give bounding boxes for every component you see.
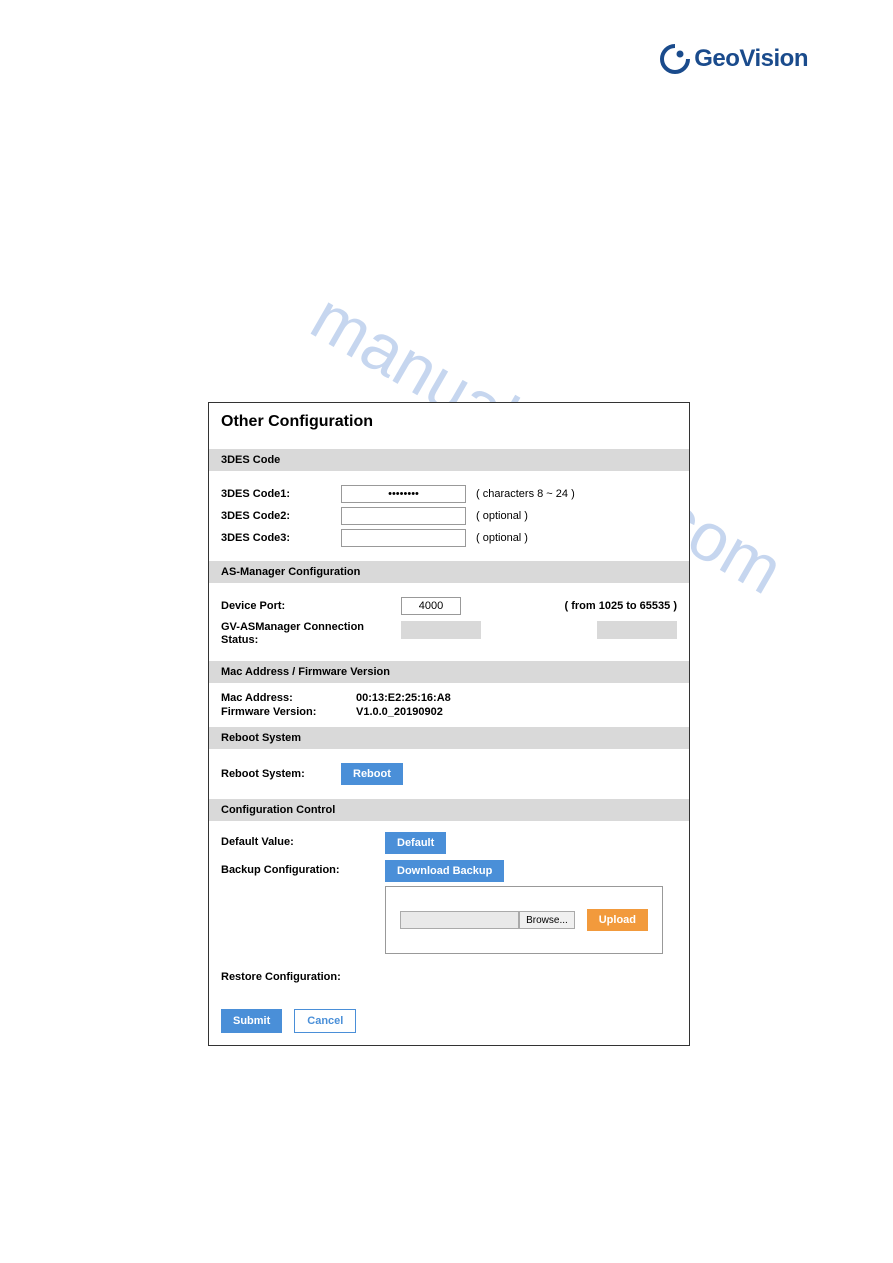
des-code1-label: 3DES Code1: — [221, 488, 341, 500]
section-reboot: Reboot System — [209, 727, 689, 749]
upload-box: Browse... Upload — [385, 886, 663, 954]
des-code1-hint: ( characters 8 ~ 24 ) — [476, 488, 575, 500]
brand-name: GeoVision — [694, 45, 808, 73]
des-code2-input[interactable] — [341, 507, 466, 525]
des-code3-label: 3DES Code3: — [221, 532, 341, 544]
des-code3-hint: ( optional ) — [476, 532, 528, 544]
conn-status-label: GV-ASManager Connection Status: — [221, 621, 401, 647]
default-button[interactable]: Default — [385, 832, 446, 854]
des-code1-input[interactable] — [341, 485, 466, 503]
des-code3-input[interactable] — [341, 529, 466, 547]
section-3des: 3DES Code — [209, 449, 689, 471]
conn-status-1 — [401, 621, 481, 639]
download-backup-button[interactable]: Download Backup — [385, 860, 504, 882]
default-value-label: Default Value: — [221, 832, 385, 848]
page-title: Other Configuration — [209, 403, 689, 449]
fw-label: Firmware Version: — [221, 706, 356, 718]
reboot-button[interactable]: Reboot — [341, 763, 403, 785]
file-path-input[interactable] — [400, 911, 519, 929]
config-panel: Other Configuration 3DES Code 3DES Code1… — [208, 402, 690, 1046]
submit-button[interactable]: Submit — [221, 1009, 282, 1033]
section-macfw: Mac Address / Firmware Version — [209, 661, 689, 683]
device-port-label: Device Port: — [221, 600, 401, 612]
reboot-label: Reboot System: — [221, 768, 341, 780]
des-code2-hint: ( optional ) — [476, 510, 528, 522]
backup-label: Backup Configuration: — [221, 860, 385, 876]
browse-button[interactable]: Browse... — [519, 911, 575, 929]
upload-button[interactable]: Upload — [587, 909, 648, 931]
fw-value: V1.0.0_20190902 — [356, 706, 443, 718]
device-port-input[interactable] — [401, 597, 461, 615]
cancel-button[interactable]: Cancel — [294, 1009, 356, 1033]
logo-icon — [660, 44, 690, 74]
brand-logo: GeoVision — [660, 44, 808, 74]
section-cfgctl: Configuration Control — [209, 799, 689, 821]
restore-label: Restore Configuration: — [221, 967, 385, 983]
mac-label: Mac Address: — [221, 692, 356, 704]
mac-value: 00:13:E2:25:16:A8 — [356, 692, 451, 704]
des-code2-label: 3DES Code2: — [221, 510, 341, 522]
section-asmgr: AS-Manager Configuration — [209, 561, 689, 583]
conn-status-2 — [597, 621, 677, 639]
device-port-hint: ( from 1025 to 65535 ) — [565, 600, 678, 612]
